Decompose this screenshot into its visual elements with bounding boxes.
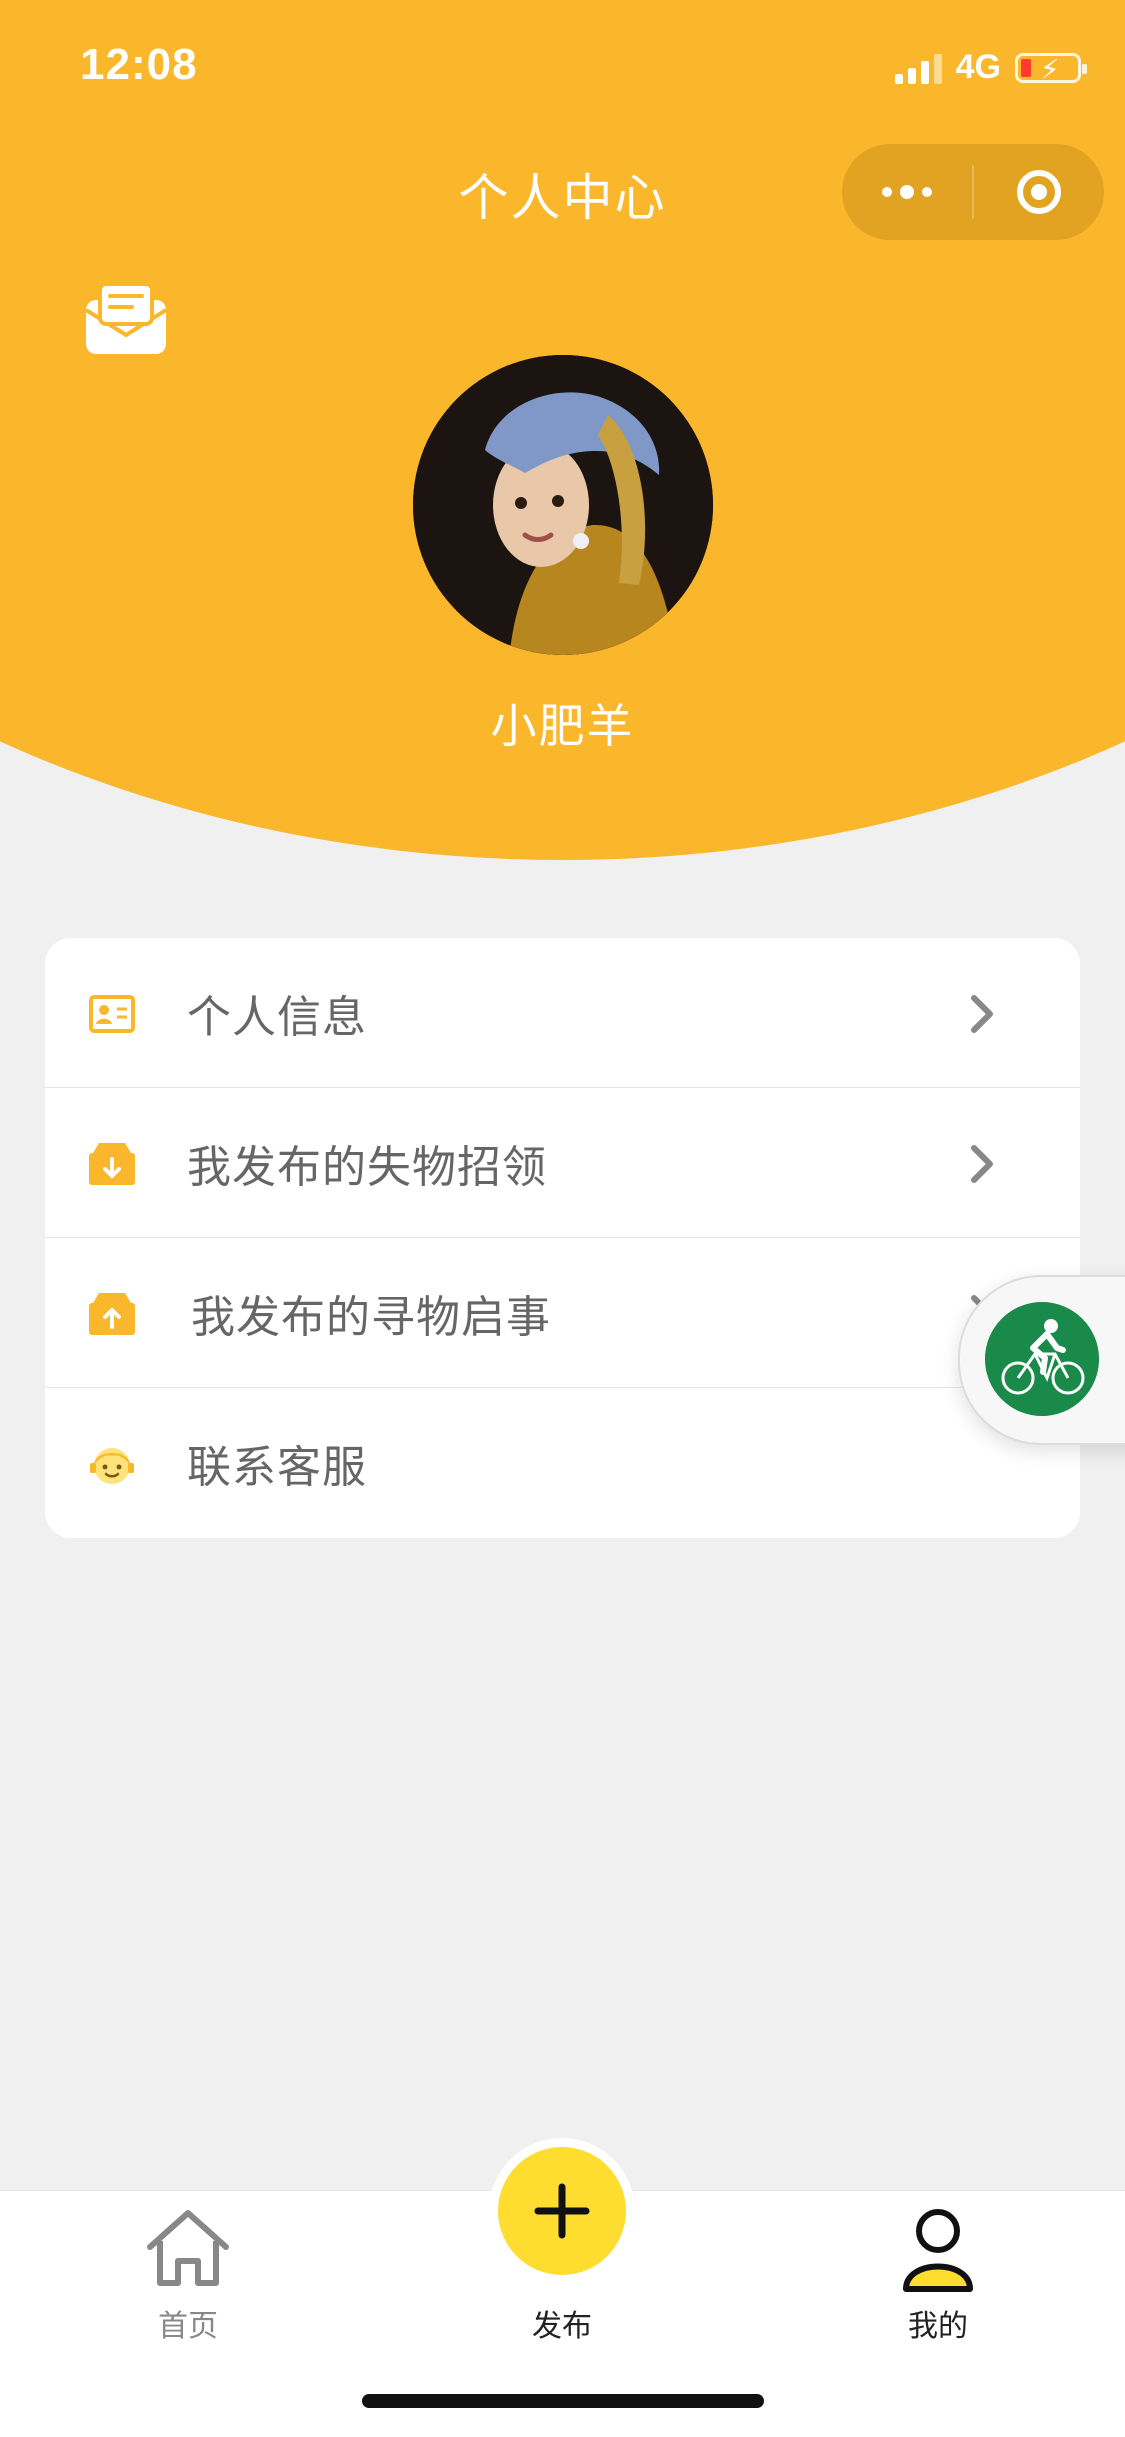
username: 小肥羊 bbox=[490, 699, 635, 753]
box-upload-icon bbox=[87, 1289, 137, 1339]
menu-item-personal-info[interactable]: 个人信息 bbox=[45, 938, 1080, 1088]
menu-item-customer-service[interactable]: 联系客服 bbox=[45, 1388, 1080, 1538]
user-icon bbox=[898, 2203, 978, 2293]
status-indicators: 4G ⚡ bbox=[894, 48, 1087, 87]
signal-icon bbox=[894, 52, 942, 84]
publish-button[interactable] bbox=[489, 2138, 635, 2284]
menu-item-my-lost-notices[interactable]: 我发布的寻物启事 bbox=[45, 1238, 1080, 1388]
miniprogram-capsule bbox=[842, 144, 1104, 240]
menu-card: 个人信息 我发布的失物招领 我发布的寻物启事 联系客服 bbox=[45, 938, 1080, 1538]
message-icon[interactable] bbox=[84, 280, 168, 354]
id-card-icon bbox=[87, 989, 137, 1039]
close-miniprogram-button[interactable] bbox=[974, 144, 1104, 240]
plus-icon bbox=[498, 2147, 626, 2275]
cyclist-icon bbox=[985, 1302, 1099, 1416]
menu-item-my-found-items[interactable]: 我发布的失物招领 bbox=[45, 1088, 1080, 1238]
tab-publish-label: 发布 bbox=[532, 2309, 592, 2344]
menu-item-label: 个人信息 bbox=[187, 991, 367, 1043]
floating-ball[interactable] bbox=[958, 1275, 1125, 1445]
menu-item-label: 联系客服 bbox=[187, 1442, 367, 1493]
chevron-right-icon bbox=[964, 994, 1000, 1034]
battery-icon: ⚡ bbox=[1015, 52, 1087, 86]
status-time: 12:08 bbox=[80, 40, 198, 89]
avatar[interactable] bbox=[413, 355, 713, 655]
tab-home-label: 首页 bbox=[158, 2309, 218, 2344]
status-bar: 12:08 4G ⚡ bbox=[0, 0, 1125, 130]
chevron-right-icon bbox=[964, 1144, 1000, 1184]
network-label: 4G bbox=[955, 48, 1001, 86]
tab-mine-label: 我的 bbox=[908, 2309, 968, 2344]
customer-service-icon bbox=[87, 1439, 137, 1489]
more-menu-button[interactable] bbox=[842, 144, 972, 240]
menu-item-label: 我发布的失物招领 bbox=[187, 1141, 547, 1193]
home-icon bbox=[142, 2205, 234, 2289]
box-download-icon bbox=[87, 1139, 137, 1189]
target-icon bbox=[1017, 170, 1061, 214]
home-indicator bbox=[362, 2394, 764, 2408]
menu-item-label: 我发布的寻物启事 bbox=[191, 1291, 551, 1343]
